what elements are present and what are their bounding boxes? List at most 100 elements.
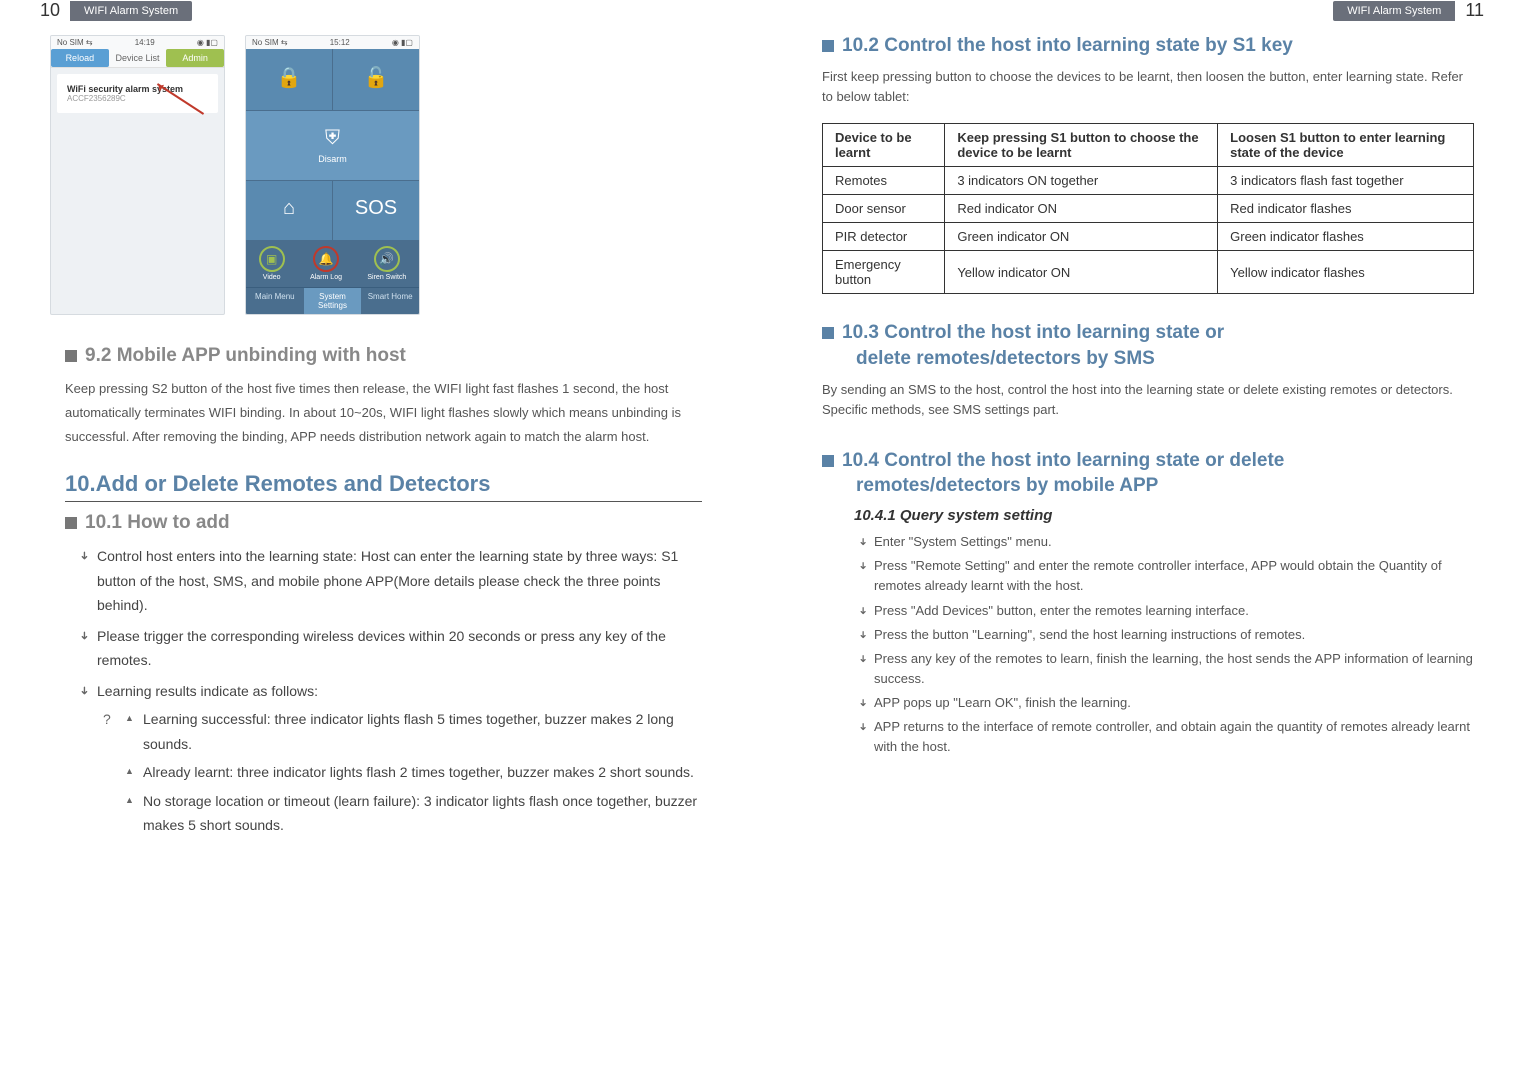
sub-bullet-item: No storage location or timeout (learn fa… [125,789,702,838]
bottom-tabs: Main Menu System Settings Smart Home [246,287,419,314]
heading-10-4: 10.4 Control the host into learning stat… [822,448,1474,499]
sub-bullet-item: Already learnt: three indicator lights f… [125,760,702,785]
heading-10: 10.Add or Delete Remotes and Detectors [65,471,702,502]
heading-10-4-1: 10.4.1 Query system setting [854,507,1474,524]
tile-disarm-label[interactable]: ⛨Disarm [246,111,419,180]
page-header-left: 10 WIFI Alarm System [0,0,752,21]
step-item: Press the button "Learning", send the ho… [858,625,1474,645]
page-number-11: 11 [1465,0,1484,21]
bullets-10-1: Control host enters into the learning st… [65,544,702,838]
status-bar: No SIM ⇆ 15:12 ◉ ▮▢ [246,36,419,49]
table-row: PIR detectorGreen indicator ONGreen indi… [823,223,1474,251]
device-row[interactable]: WiFi security alarm system ACCF2356289C [57,74,218,113]
status-sim: No SIM ⇆ [252,38,288,47]
cell: Remotes [823,167,945,195]
table-row: Door sensorRed indicator ONRed indicator… [823,195,1474,223]
heading-line-2: remotes/detectors by mobile APP [856,473,1474,499]
heading-text: 10.1 How to add [85,512,230,533]
action-siren-switch[interactable]: 🔊Siren Switch [367,246,406,281]
bullet-text: Learning results indicate as follows: [97,683,318,699]
bullet-item: Please trigger the corresponding wireles… [79,624,702,673]
bullet-item: Control host enters into the learning st… [79,544,702,618]
phone-body: WiFi security alarm system ACCF2356289C [51,68,224,314]
page-number-10: 10 [40,0,60,21]
tile-grid: 🔒 🔓 ⛨Disarm ⌂ SOS [246,49,419,240]
learning-table: Device to be learnt Keep pressing S1 but… [822,123,1474,294]
circle-actions: ▣Video 🔔 Alarm Log 🔊Siren Switch [246,240,419,287]
speaker-icon: 🔊 [379,252,394,266]
question-mark: ? [103,707,111,732]
cell: Yellow indicator flashes [1218,251,1474,294]
tab-smart-home[interactable]: Smart Home [361,288,419,314]
step-item: APP pops up "Learn OK", finish the learn… [858,693,1474,713]
page-header-right: WIFI Alarm System 11 [772,0,1524,21]
cell: Yellow indicator ON [945,251,1218,294]
table-header-row: Device to be learnt Keep pressing S1 but… [823,124,1474,167]
sub-bullet-item: ?Learning successful: three indicator li… [125,707,702,756]
status-time: 14:19 [135,38,155,47]
cell: PIR detector [823,223,945,251]
home-icon: ⌂ [283,197,295,220]
tile-arm[interactable]: 🔒 [246,49,332,110]
th-device: Device to be learnt [823,124,945,167]
circ-label: Alarm Log [310,274,342,281]
step-item: Press "Add Devices" button, enter the re… [858,601,1474,621]
status-sim: No SIM ⇆ [57,38,93,47]
bell-icon: 🔔 [319,252,334,266]
heading-text: 10.2 Control the host into learning stat… [842,35,1293,56]
table-row: Emergency buttonYellow indicator ONYello… [823,251,1474,294]
header-tab-left: WIFI Alarm System [70,1,192,21]
lock-icon: 🔒 [277,65,302,90]
heading-line-1: 10.3 Control the host into learning stat… [842,322,1224,343]
cell: Red indicator flashes [1218,195,1474,223]
battery-icon: ◉ ▮▢ [392,38,413,47]
phone-screenshots: No SIM ⇆ 14:19 ◉ ▮▢ Reload Device List A… [0,35,752,315]
heading-10-1: 10.1 How to add [65,512,702,534]
tab-system-settings[interactable]: System Settings [304,288,362,314]
left-content: 9.2 Mobile APP unbinding with host Keep … [0,345,752,838]
sub-text: Learning successful: three indicator lig… [143,711,674,752]
paragraph-10-3: By sending an SMS to the host, control t… [822,380,1474,420]
bullet-item: Learning results indicate as follows: ?L… [79,679,702,838]
tab-device-list[interactable]: Device List [109,49,167,67]
cell: Green indicator flashes [1218,223,1474,251]
steps-10-4-1: Enter "System Settings" menu. Press "Rem… [822,532,1474,757]
th-press: Keep pressing S1 button to choose the de… [945,124,1218,167]
camera-icon: ▣ [266,252,277,266]
tab-reload[interactable]: Reload [51,49,109,67]
cell: 3 indicators ON together [945,167,1218,195]
tab-main-menu[interactable]: Main Menu [246,288,304,314]
page-11: WIFI Alarm System 11 10.2 Control the ho… [762,0,1524,1092]
right-content: 10.2 Control the host into learning stat… [772,35,1524,758]
status-time: 15:12 [330,38,350,47]
action-video[interactable]: ▣Video [259,246,285,281]
tile-disarm[interactable]: 🔓 [333,49,419,110]
tab-admin[interactable]: Admin [166,49,224,67]
heading-line-1: 10.4 Control the host into learning stat… [842,450,1284,471]
tile-label: Disarm [318,154,347,164]
tile-home[interactable]: ⌂ [246,181,332,240]
square-bullet-icon [65,517,77,529]
step-item: APP returns to the interface of remote c… [858,717,1474,757]
phone-screenshot-main-menu: No SIM ⇆ 15:12 ◉ ▮▢ 🔒 🔓 ⛨Disarm ⌂ SOS ▣V… [245,35,420,315]
header-tab-right: WIFI Alarm System [1333,1,1455,21]
square-bullet-icon [65,350,77,362]
heading-10-2: 10.2 Control the host into learning stat… [822,35,1474,57]
square-bullet-icon [822,455,834,467]
cell: Door sensor [823,195,945,223]
step-item: Enter "System Settings" menu. [858,532,1474,552]
page-10: 10 WIFI Alarm System No SIM ⇆ 14:19 ◉ ▮▢… [0,0,762,1092]
step-item: Press any key of the remotes to learn, f… [858,649,1474,689]
action-alarm-log[interactable]: 🔔 Alarm Log [310,246,342,281]
cell: Red indicator ON [945,195,1218,223]
square-bullet-icon [822,327,834,339]
battery-icon: ◉ ▮▢ [197,38,218,47]
th-loosen: Loosen S1 button to enter learning state… [1218,124,1474,167]
cell: Green indicator ON [945,223,1218,251]
paragraph-10-2: First keep pressing button to choose the… [822,67,1474,107]
tile-sos[interactable]: SOS [333,181,419,240]
cell: Emergency button [823,251,945,294]
heading-9-2: 9.2 Mobile APP unbinding with host [65,345,702,367]
sos-label: SOS [355,197,397,220]
status-bar: No SIM ⇆ 14:19 ◉ ▮▢ [51,36,224,49]
